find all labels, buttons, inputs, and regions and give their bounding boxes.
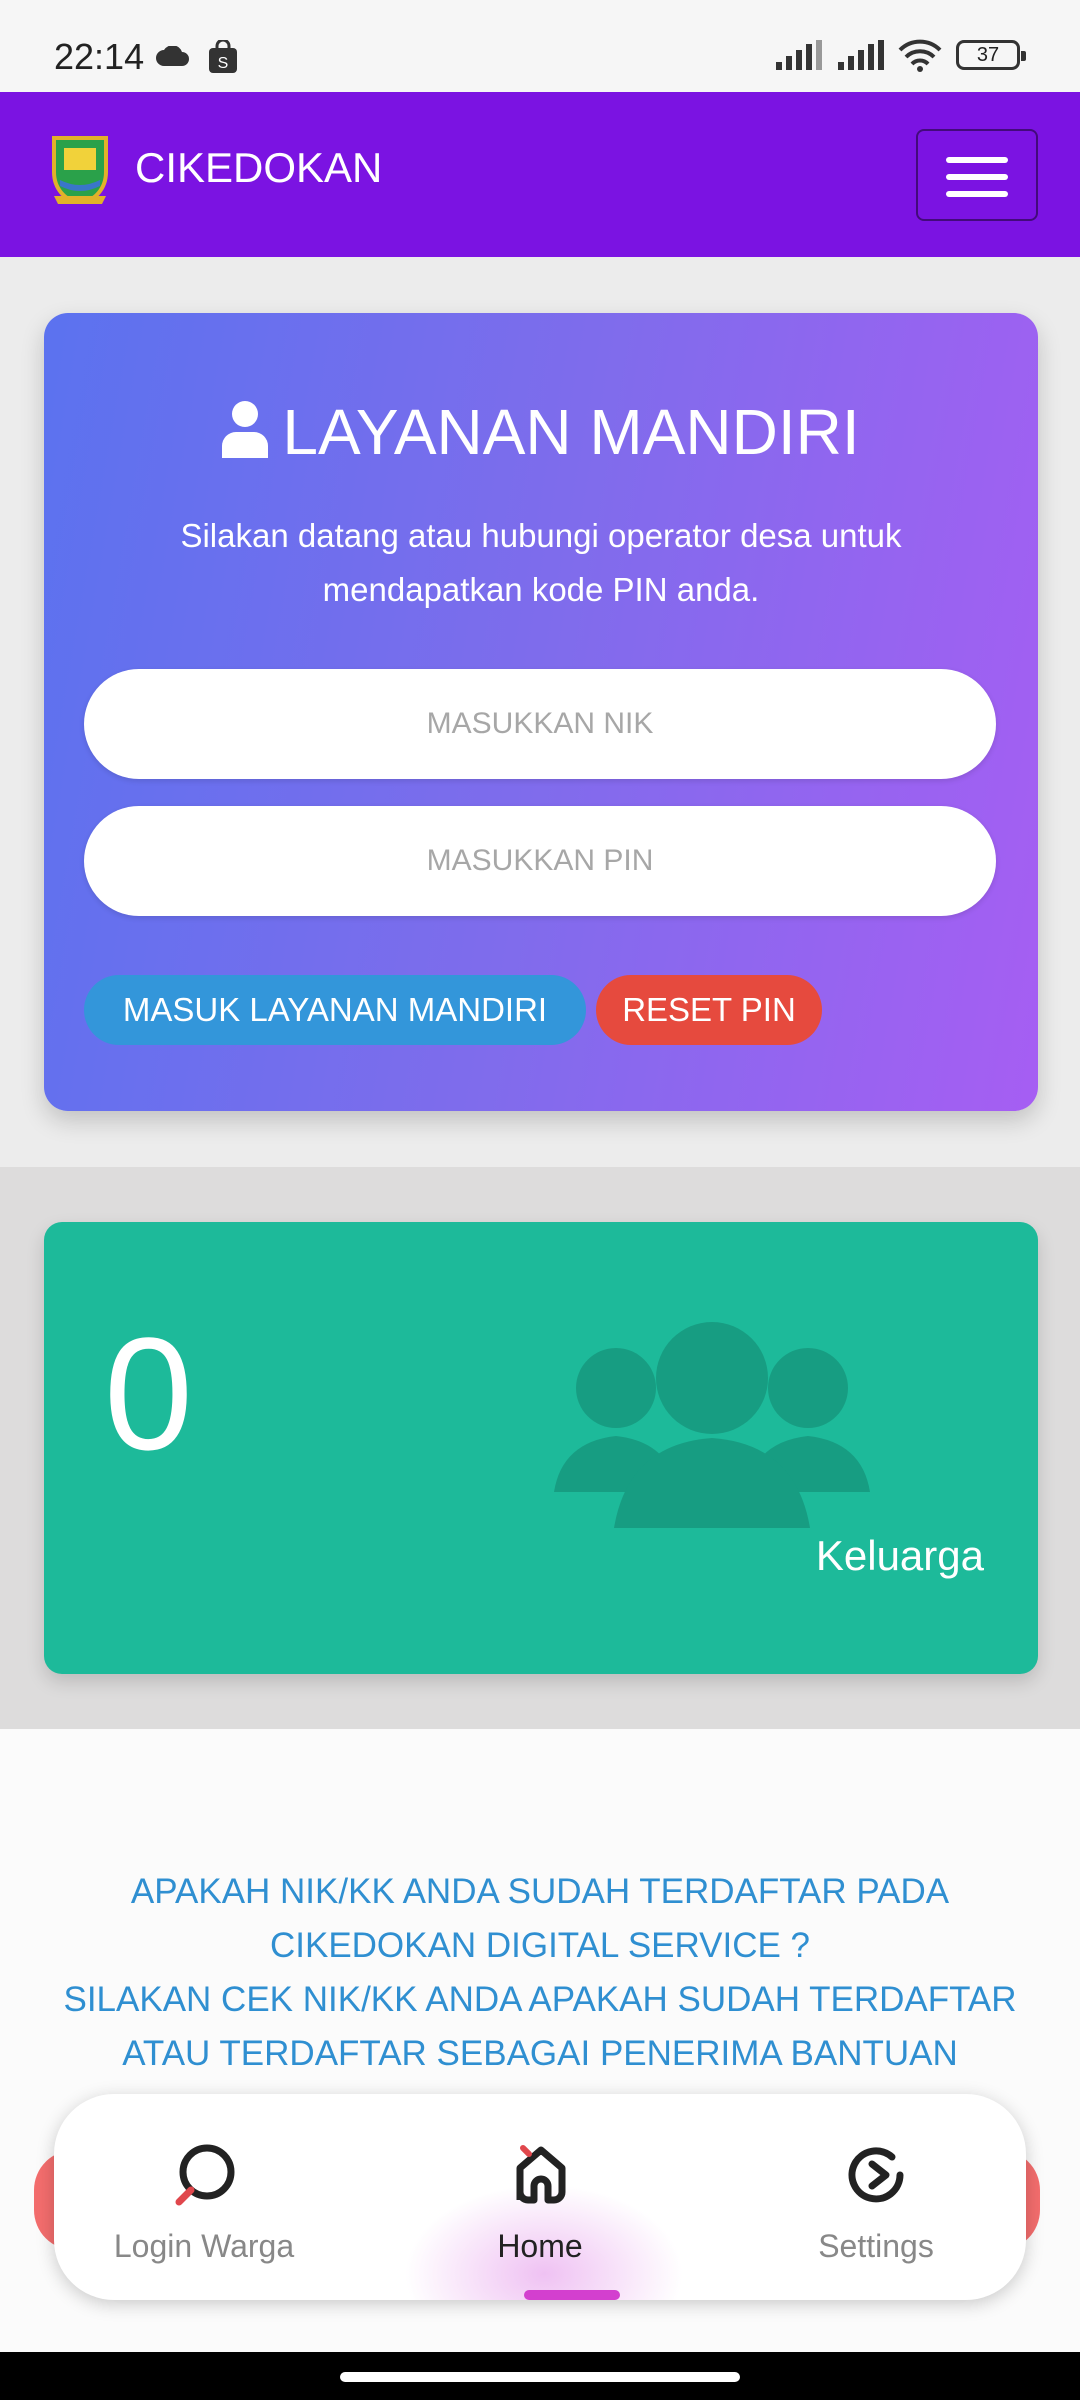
info-line: APAKAH NIK/KK ANDA SUDAH TERDAFTAR PADA [130, 1872, 950, 1911]
nav-label: Settings [818, 2228, 934, 2264]
svg-text:S: S [218, 55, 229, 72]
user-icon [222, 401, 269, 458]
info-line: ATAU TERDAFTAR SEBAGAI PENERIMA BANTUAN [122, 2034, 958, 2073]
active-tab-indicator [524, 2290, 620, 2300]
search-icon [175, 2144, 235, 2206]
card-title: LAYANAN MANDIRI [44, 395, 1038, 469]
signal-icon [838, 40, 884, 70]
app-header: CIKEDOKAN [0, 92, 1080, 257]
card-subtitle: Silakan datang atau hubungi operator des… [180, 517, 902, 608]
cloud-icon [156, 46, 189, 66]
users-icon [554, 1322, 870, 1528]
home-icon [516, 2145, 566, 2204]
self-service-card: LAYANAN MANDIRI Silakan datang atau hubu… [44, 313, 1038, 1111]
nav-label: Login Warga [113, 2228, 295, 2264]
stat-value: 0 [104, 1304, 193, 1483]
status-time: 22:14 [54, 36, 145, 77]
nav-item-login-warga[interactable]: Login Warga [74, 2094, 334, 2300]
login-section: LAYANAN MANDIRI Silakan datang atau hubu… [0, 257, 1080, 1167]
nav-item-settings[interactable]: Settings [746, 2094, 1006, 2300]
reset-pin-button[interactable]: RESET PIN [596, 975, 822, 1045]
wifi-icon [898, 39, 942, 72]
status-bar: 22:14 S 37 [0, 0, 1080, 92]
bottom-navigation: Login Warga Home Settings [54, 2094, 1026, 2300]
stats-section: 0 Keluarga [0, 1167, 1080, 1729]
logo-icon [52, 136, 108, 204]
battery-indicator: 37 [956, 40, 1026, 70]
gesture-bar [0, 2352, 1080, 2400]
info-line: CIKEDOKAN DIGITAL SERVICE ? [269, 1926, 811, 1965]
status-indicators: 37 [774, 38, 1026, 72]
home-gesture-handle[interactable] [340, 2372, 740, 2382]
registration-check-text: APAKAH NIK/KK ANDA SUDAH TERDAFTAR PADA … [40, 1865, 1040, 2081]
stat-label: Keluarga [815, 1532, 984, 1579]
login-button[interactable]: MASUK LAYANAN MANDIRI [84, 975, 586, 1045]
signal-icon [776, 40, 822, 70]
refresh-icon [848, 2147, 904, 2203]
app-title: CIKEDOKAN [135, 144, 383, 191]
nav-label: Home [497, 2228, 583, 2264]
pin-input[interactable] [84, 806, 996, 916]
menu-toggle-button[interactable] [916, 129, 1038, 221]
menu-icon-bar [946, 191, 1008, 197]
nik-input[interactable] [84, 669, 996, 779]
card-title-text: LAYANAN MANDIRI [282, 396, 860, 468]
info-line: SILAKAN CEK NIK/KK ANDA APAKAH SUDAH TER… [63, 1980, 1017, 2019]
menu-icon-bar [946, 174, 1008, 180]
family-stat-card: 0 Keluarga [44, 1222, 1038, 1674]
menu-icon [946, 157, 1008, 163]
shopping-bag-icon: S [209, 40, 237, 73]
nav-item-home[interactable]: Home [410, 2094, 670, 2300]
